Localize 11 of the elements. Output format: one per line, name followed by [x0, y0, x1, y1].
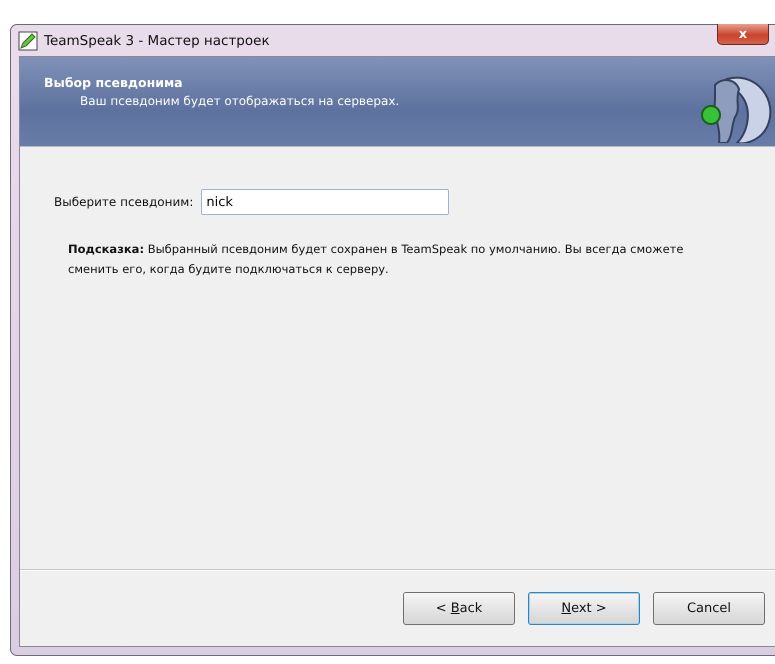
- nickname-field[interactable]: nick: [201, 189, 450, 215]
- header-title: Выбор псевдонима: [44, 75, 184, 90]
- pencil-icon: [18, 30, 38, 50]
- window-title: TeamSpeak 3 - Мастер настроек: [44, 32, 270, 48]
- close-button[interactable]: x: [717, 24, 769, 45]
- wizard-button[interactable]: < Back: [403, 592, 515, 624]
- hint-text: Подсказка: Выбранный псевдоним будет сохранен в TeamSpeak по умолчанию. Вы всегда сможете сменить его, когда будите подключаться к серверу.: [68, 241, 684, 278]
- header-subtitle: Ваш псевдоним будет отображаться на серверах.: [79, 94, 400, 108]
- nickname-label: Выберите псевдоним:: [54, 195, 194, 209]
- wizard-button[interactable]: Cancel: [653, 592, 765, 624]
- wizard-button[interactable]: Next >: [528, 592, 640, 624]
